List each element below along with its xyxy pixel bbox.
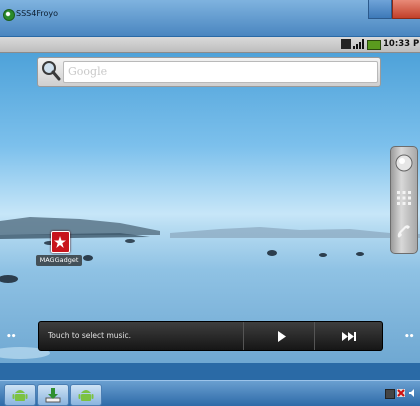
globe-icon[interactable] (394, 153, 414, 173)
battery-icon (367, 40, 381, 50)
window-title: SSS4Froyo (16, 9, 58, 18)
google-search-widget[interactable]: Google (37, 57, 381, 87)
signal-icon (353, 39, 365, 49)
window-app-icon (3, 9, 15, 21)
page-indicator-left[interactable]: •• (6, 332, 16, 342)
taskbar-android-button-2[interactable] (70, 384, 102, 406)
tray-volume-icon[interactable] (409, 389, 417, 397)
page-indicator-right[interactable]: •• (404, 332, 414, 342)
android-status-bar[interactable]: 10:33 PM (0, 37, 420, 53)
minimize-button[interactable] (368, 0, 392, 19)
lake-wallpaper (0, 217, 420, 359)
search-icon[interactable] (41, 60, 61, 82)
divider (243, 322, 244, 350)
android-icon (12, 390, 28, 401)
next-track-button[interactable] (315, 322, 381, 350)
tray-network-error-icon[interactable] (397, 389, 405, 397)
right-dock (390, 146, 418, 254)
music-widget[interactable]: Touch to select music. (38, 321, 383, 351)
next-track-icon (342, 332, 356, 341)
close-button[interactable] (392, 0, 420, 19)
app-shortcut-maggadget[interactable]: MAGGadget (36, 231, 82, 267)
download-icon (45, 388, 61, 403)
music-prompt: Touch to select music. (48, 331, 132, 340)
tray-display-icon[interactable] (385, 389, 395, 399)
window-titlebar[interactable]: SSS4Froyo (0, 0, 420, 36)
taskbar-android-button[interactable] (4, 384, 36, 406)
search-placeholder: Google (68, 65, 108, 78)
sd-card-icon (341, 39, 351, 49)
play-button[interactable] (250, 322, 316, 350)
app-label: MAGGadget (36, 255, 82, 266)
status-time: 10:33 PM (383, 39, 420, 49)
phone-icon[interactable] (394, 222, 414, 242)
maggadget-icon (51, 231, 70, 253)
android-icon (78, 390, 94, 401)
taskbar-download-button[interactable] (37, 384, 69, 406)
taskbar (0, 380, 420, 406)
play-icon (278, 331, 286, 342)
emulator-window: SSS4Froyo 10:33 PM (0, 0, 420, 380)
home-screen[interactable]: Google MAGGadget •• •• Touch to select m… (0, 53, 420, 363)
search-input[interactable]: Google (63, 61, 378, 83)
app-grid-icon[interactable] (394, 188, 414, 208)
